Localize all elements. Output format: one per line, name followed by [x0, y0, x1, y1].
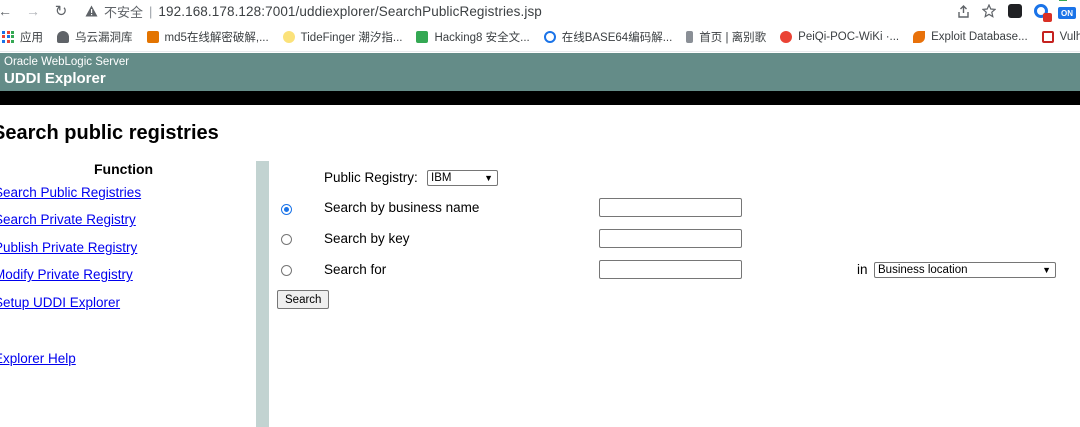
public-registry-select[interactable]: IBM ▼: [427, 170, 498, 186]
public-registry-label: Public Registry:: [324, 170, 418, 185]
header-divider-bar: [0, 91, 1080, 105]
warning-icon[interactable]: [84, 4, 98, 18]
bookmarks-bar: 应用 乌云漏洞库 md5在线解密破解,... TideFinger 潮汐指...…: [0, 22, 1080, 52]
search-location-value: Business location: [878, 264, 968, 276]
bookmark-label: Vulhub - Docker-...: [1059, 30, 1080, 43]
bookmark-label: TideFinger 潮汐指...: [300, 31, 403, 44]
bookmark-item[interactable]: PeiQi-POC-WiKi ·...: [774, 25, 905, 49]
setup-uddi-explorer-link[interactable]: Setup UDDI Explorer: [0, 295, 120, 310]
star-icon[interactable]: [976, 1, 1002, 21]
public-registry-value: IBM: [431, 172, 452, 184]
bookmark-label: md5在线解密破解,...: [164, 31, 269, 44]
bookmark-label: PeiQi-POC-WiKi ·...: [798, 30, 900, 43]
bookmark-item[interactable]: 乌云漏洞库: [51, 25, 139, 49]
search-by-key-radio[interactable]: [281, 234, 292, 245]
header-subtitle: Oracle WebLogic Server: [4, 56, 130, 68]
reload-icon: ↻: [54, 3, 68, 20]
bookmark-label: 在线BASE64编码解...: [561, 31, 673, 44]
search-for-radio[interactable]: [281, 265, 292, 276]
bookmark-item[interactable]: 应用: [0, 25, 49, 49]
publish-private-registry-link[interactable]: Publish Private Registry: [0, 240, 137, 255]
bookmark-label: 乌云漏洞库: [75, 31, 133, 44]
forward-button[interactable]: →: [22, 1, 44, 21]
search-location-select[interactable]: Business location ▼: [874, 262, 1056, 278]
bookmark-item[interactable]: Vulhub - Docker-...: [1036, 25, 1080, 49]
weblogic-header: Oracle WebLogic Server UDDI Explorer: [0, 53, 1080, 91]
vulhub-icon: [1041, 30, 1054, 43]
back-arrow-icon: ←: [0, 3, 12, 19]
bookmark-label: 应用: [20, 31, 43, 44]
panel-divider: [256, 161, 269, 427]
bookmark-item[interactable]: md5在线解密破解,...: [141, 25, 275, 49]
search-private-registry-link[interactable]: Search Private Registry: [0, 212, 136, 227]
extension-icon[interactable]: [1028, 1, 1054, 22]
page-title: Search public registries: [0, 122, 219, 144]
modify-private-registry-link[interactable]: Modify Private Registry: [0, 267, 133, 282]
search-button[interactable]: Search: [277, 290, 330, 309]
bookmark-item[interactable]: 首页 | 离别歌: [680, 25, 772, 49]
reload-button[interactable]: ↻: [50, 1, 72, 21]
bookmark-item[interactable]: Hacking8 安全文...: [410, 25, 535, 49]
security-label[interactable]: 不安全: [104, 2, 143, 21]
browser-toolbar-right: ON: [950, 0, 1080, 22]
search-public-registries-link[interactable]: Search Public Registries: [0, 185, 141, 200]
key-input[interactable]: [599, 229, 742, 248]
browser-address-bar: ← → ↻ 不安全 | 192.168.178.128:7001/uddiexp…: [0, 0, 1080, 22]
search-by-key-label: Search by key: [324, 231, 410, 246]
header-title: UDDI Explorer: [4, 70, 106, 87]
forward-arrow-icon: →: [26, 3, 40, 19]
explorer-help-link[interactable]: Explorer Help: [0, 351, 76, 366]
pin-icon: [686, 30, 694, 43]
extension-icon[interactable]: [1002, 1, 1028, 21]
bookmark-label: 首页 | 离别歌: [699, 31, 767, 44]
search-by-business-name-radio[interactable]: [281, 204, 292, 215]
md5-icon: [146, 30, 159, 43]
bookmark-label: Exploit Database...: [931, 30, 1028, 43]
bookmark-label: Hacking8 安全文...: [434, 31, 530, 44]
bookmark-item[interactable]: 在线BASE64编码解...: [538, 25, 679, 49]
bookmark-item[interactable]: Exploit Database...: [907, 25, 1034, 49]
function-title: Function: [94, 161, 154, 177]
in-label: in: [857, 262, 868, 277]
exploit-icon: [913, 30, 926, 43]
apps-grid-icon: [2, 30, 14, 43]
bulb-icon: [282, 30, 295, 43]
share-icon[interactable]: [950, 1, 976, 21]
chevron-down-icon: ▼: [484, 173, 493, 183]
url-separator: |: [149, 3, 153, 19]
cloud-icon: [57, 30, 69, 43]
url-text[interactable]: 192.168.178.128:7001/uddiexplorer/Search…: [158, 4, 542, 19]
search-for-label: Search for: [324, 262, 387, 277]
extension-on-label: ON: [1058, 7, 1076, 19]
search-by-business-name-label: Search by business name: [324, 200, 480, 215]
h-icon: [416, 30, 429, 43]
peiqi-icon: [780, 30, 793, 43]
back-button[interactable]: ←: [0, 1, 16, 21]
bookmark-item[interactable]: TideFinger 潮汐指...: [277, 25, 409, 49]
chevron-down-icon: ▼: [1042, 265, 1051, 275]
code-icon: [543, 30, 556, 43]
function-panel: Function Search Public Registries Search…: [0, 160, 256, 427]
business-name-input[interactable]: [599, 198, 742, 217]
extension-icon[interactable]: ON: [1054, 0, 1080, 21]
search-for-input[interactable]: [599, 260, 742, 279]
